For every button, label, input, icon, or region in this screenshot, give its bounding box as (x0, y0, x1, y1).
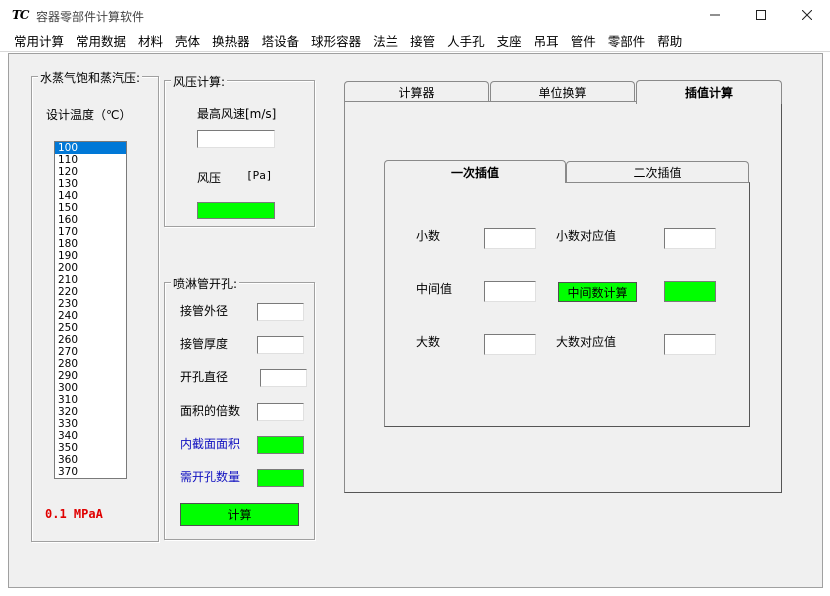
hole-count-label: 需开孔数量 (180, 470, 241, 484)
middle-result-output (664, 281, 716, 302)
menu-item-6[interactable]: 球形容器 (305, 31, 367, 50)
design-temp-label: 设计温度（℃） (46, 108, 132, 122)
menu-item-2[interactable]: 材料 (132, 31, 169, 50)
small-number-label: 小数 (416, 229, 441, 243)
wind-pressure-label: 风压 (197, 171, 222, 185)
menu-bar: 常用计算 常用数据 材料 壳体 换热器 塔设备 球形容器 法兰 接管 人手孔 支座 吊耳 管件 零部件 帮助 (0, 30, 830, 52)
temperature-list-item[interactable]: 240 (55, 310, 126, 322)
hole-diameter-label: 开孔直径 (180, 370, 229, 384)
inner-area-label: 内截面面积 (180, 437, 241, 451)
temperature-list-item[interactable]: 270 (55, 346, 126, 358)
temperature-list-item[interactable]: 350 (55, 442, 126, 454)
menu-item-4[interactable]: 换热器 (206, 31, 256, 50)
temperature-list-item[interactable]: 140 (55, 190, 126, 202)
temperature-list-item[interactable]: 260 (55, 334, 126, 346)
steam-pressure-result: 0.1 MPaA (45, 507, 103, 521)
temperature-list-item[interactable]: 170 (55, 226, 126, 238)
menu-item-7[interactable]: 法兰 (367, 31, 404, 50)
temperature-list-item[interactable]: 230 (55, 298, 126, 310)
temperature-list-item[interactable]: 320 (55, 406, 126, 418)
wind-pressure-legend: 风压计算: (171, 73, 228, 90)
temperature-list-item[interactable]: 220 (55, 286, 126, 298)
tab-calculator[interactable]: 计算器 (344, 81, 489, 103)
temperature-list-item[interactable]: 280 (55, 358, 126, 370)
max-wind-speed-label: 最高风速[m/s] (197, 107, 277, 121)
area-multiple-input[interactable] (257, 403, 304, 421)
temperature-list-item[interactable]: 210 (55, 274, 126, 286)
temperature-list-item[interactable]: 200 (55, 262, 126, 274)
menu-item-0[interactable]: 常用计算 (8, 31, 70, 50)
pipe-thickness-label: 接管厚度 (180, 337, 229, 351)
temperature-list-item[interactable]: 340 (55, 430, 126, 442)
temperature-list-item[interactable]: 160 (55, 214, 126, 226)
large-number-input[interactable] (484, 334, 536, 355)
menu-item-3[interactable]: 壳体 (169, 31, 206, 50)
pipe-outer-diameter-label: 接管外径 (180, 304, 229, 318)
menu-item-10[interactable]: 支座 (491, 31, 528, 50)
tab-unit-conversion[interactable]: 单位换算 (490, 81, 635, 103)
tab-interpolation[interactable]: 插值计算 (636, 80, 782, 104)
wind-pressure-unit: [Pa] (246, 169, 273, 182)
temperature-list-item[interactable]: 180 (55, 238, 126, 250)
temperature-list-item[interactable]: 250 (55, 322, 126, 334)
temperature-listbox[interactable]: 100 110 120 130 140 150 160 170 180 190 200 210 220 2… (54, 141, 127, 479)
temperature-list-item[interactable]: 190 (55, 250, 126, 262)
large-number-label: 大数 (416, 335, 441, 349)
temperature-list-item[interactable]: 370 (55, 466, 126, 478)
temperature-list-item[interactable]: 330 (55, 418, 126, 430)
temperature-list-item[interactable]: 100 (55, 142, 126, 154)
tab-linear-interpolation[interactable]: 一次插值 (384, 160, 566, 183)
temperature-list-item[interactable]: 290 (55, 370, 126, 382)
tab-quadratic-interpolation[interactable]: 二次插值 (566, 161, 749, 182)
menu-item-11[interactable]: 吊耳 (528, 31, 565, 50)
maximize-icon (756, 10, 766, 20)
window-title: 容器零部件计算软件 (36, 10, 145, 24)
menu-item-1[interactable]: 常用数据 (70, 31, 132, 50)
maximize-button[interactable] (738, 0, 784, 30)
hole-diameter-input[interactable] (260, 369, 307, 387)
close-button[interactable] (784, 0, 830, 30)
temperature-list-item[interactable]: 130 (55, 178, 126, 190)
middle-value-input[interactable] (484, 281, 536, 302)
wind-pressure-output (197, 202, 275, 219)
menu-item-12[interactable]: 管件 (565, 31, 602, 50)
menu-item-9[interactable]: 人手孔 (441, 31, 491, 50)
pipe-outer-diameter-input[interactable] (257, 303, 304, 321)
wind-speed-input[interactable] (197, 130, 275, 148)
hole-count-output (257, 469, 304, 487)
app-logo-icon: TC (12, 8, 30, 22)
middle-value-label: 中间值 (416, 282, 453, 296)
menu-item-8[interactable]: 接管 (404, 31, 441, 50)
interp-inner-panel (384, 182, 750, 427)
steam-pressure-legend: 水蒸气饱和蒸汽压: (38, 69, 143, 86)
minimize-icon (710, 14, 720, 16)
area-multiple-label: 面积的倍数 (180, 404, 241, 418)
small-value-input[interactable] (664, 228, 716, 249)
menu-item-5[interactable]: 塔设备 (256, 31, 306, 50)
spray-pipe-legend: 喷淋管开孔: (171, 275, 240, 292)
menu-item-14[interactable]: 帮助 (651, 31, 688, 50)
temperature-list-item[interactable]: 360 (55, 454, 126, 466)
menu-item-13[interactable]: 零部件 (602, 31, 652, 50)
temperature-list-item[interactable]: 120 (55, 166, 126, 178)
title-bar: TC 容器零部件计算软件 (0, 0, 830, 30)
close-icon (802, 10, 812, 20)
large-value-input[interactable] (664, 334, 716, 355)
temperature-list-item[interactable]: 310 (55, 394, 126, 406)
inner-area-output (257, 436, 304, 454)
small-number-input[interactable] (484, 228, 536, 249)
spray-calc-button[interactable]: 计算 (180, 503, 299, 526)
client-area: 水蒸气饱和蒸汽压: 设计温度（℃） 100 110 120 130 140 150 160 1… (8, 53, 823, 588)
large-value-label: 大数对应值 (556, 335, 617, 349)
pipe-thickness-input[interactable] (257, 336, 304, 354)
temperature-list-item[interactable]: 300 (55, 382, 126, 394)
temperature-list-item[interactable]: 110 (55, 154, 126, 166)
middle-calc-button[interactable]: 中间数计算 (558, 282, 637, 302)
small-value-label: 小数对应值 (556, 229, 617, 243)
temperature-list-item[interactable]: 150 (55, 202, 126, 214)
minimize-button[interactable] (692, 0, 738, 30)
